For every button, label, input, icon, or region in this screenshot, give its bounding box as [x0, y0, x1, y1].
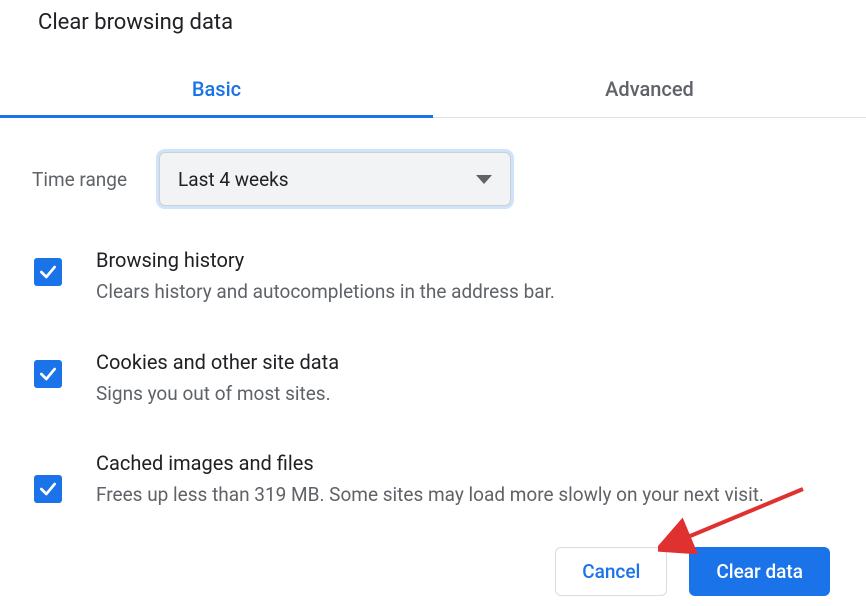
time-range-value: Last 4 weeks [178, 168, 476, 191]
option-title: Cookies and other site data [96, 350, 832, 374]
check-icon [38, 479, 58, 499]
tab-basic[interactable]: Basic [0, 63, 433, 117]
option-desc: Frees up less than 319 MB. Some sites ma… [96, 481, 832, 509]
checkbox-browsing-history[interactable] [34, 258, 62, 286]
option-title: Browsing history [96, 248, 832, 272]
option-cache: Cached images and files Frees up less th… [34, 451, 832, 509]
check-icon [38, 262, 58, 282]
cancel-button[interactable]: Cancel [555, 547, 667, 596]
option-desc: Clears history and autocompletions in th… [96, 278, 832, 306]
checkbox-cookies[interactable] [34, 360, 62, 388]
checkbox-cache[interactable] [34, 475, 62, 503]
time-range-row: Time range Last 4 weeks [0, 118, 866, 206]
time-range-label: Time range [32, 168, 127, 191]
option-desc: Signs you out of most sites. [96, 380, 832, 408]
check-icon [38, 364, 58, 384]
options-list: Browsing history Clears history and auto… [0, 206, 866, 509]
time-range-select[interactable]: Last 4 weeks [159, 152, 511, 206]
clear-data-button[interactable]: Clear data [689, 547, 830, 596]
chevron-down-icon [476, 170, 492, 189]
tab-advanced[interactable]: Advanced [433, 63, 866, 117]
option-browsing-history: Browsing history Clears history and auto… [34, 248, 832, 306]
option-cookies: Cookies and other site data Signs you ou… [34, 350, 832, 408]
option-title: Cached images and files [96, 451, 832, 475]
dialog-buttons: Cancel Clear data [555, 547, 830, 596]
tabs: Basic Advanced [0, 63, 866, 118]
dialog-title: Clear browsing data [0, 0, 866, 35]
